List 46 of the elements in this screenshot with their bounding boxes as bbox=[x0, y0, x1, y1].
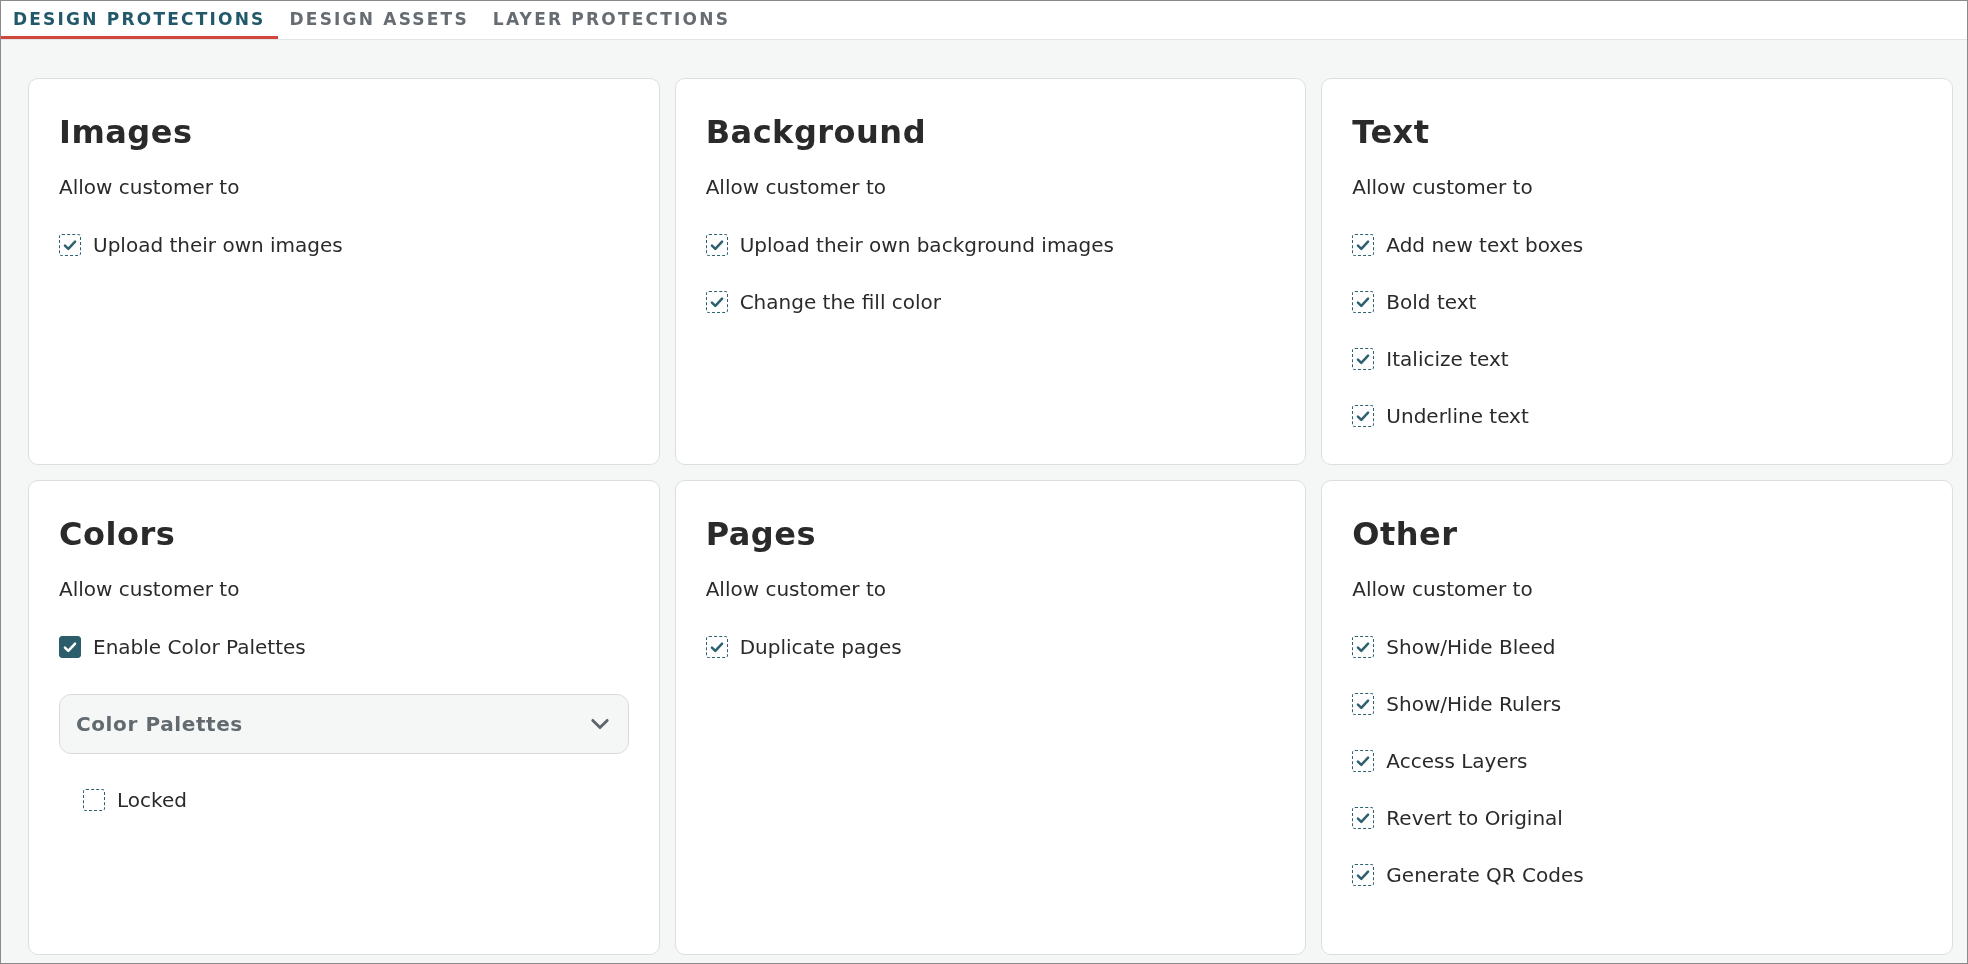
checkbox[interactable] bbox=[83, 789, 105, 811]
checkbox-label: Bold text bbox=[1386, 290, 1477, 314]
checkbox-label: Enable Color Palettes bbox=[93, 635, 306, 659]
card-title: Colors bbox=[59, 515, 177, 553]
card-title: Images bbox=[59, 113, 194, 151]
checkbox-label: Change the fill color bbox=[739, 290, 942, 314]
tab[interactable]: LAYER PROTECTIONS bbox=[480, 1, 743, 39]
card-title: Other bbox=[1352, 515, 1459, 553]
checkbox[interactable] bbox=[1352, 348, 1375, 370]
checkbox[interactable] bbox=[705, 636, 728, 658]
checkbox[interactable] bbox=[705, 234, 728, 256]
checkbox-label: Duplicate pages bbox=[739, 635, 902, 659]
checkbox-label: Upload their own images bbox=[93, 233, 343, 257]
checkbox[interactable] bbox=[59, 234, 81, 256]
checkbox-label: Italicize text bbox=[1386, 347, 1509, 371]
tab[interactable]: DESIGN ASSETS bbox=[277, 1, 481, 39]
checkbox-label: Upload their own background images bbox=[739, 233, 1115, 257]
checkbox-label: Locked bbox=[117, 788, 187, 812]
dropdown-field[interactable]: Color Palettes bbox=[59, 694, 629, 754]
card-subtitle: Allow customer to bbox=[705, 175, 888, 199]
card-subtitle: Allow customer to bbox=[1352, 175, 1534, 199]
checkbox[interactable] bbox=[705, 291, 728, 313]
card-subtitle: Allow customer to bbox=[59, 577, 241, 601]
checkbox[interactable] bbox=[1352, 864, 1375, 886]
checkbox[interactable] bbox=[1352, 405, 1375, 427]
card-title: Text bbox=[1352, 113, 1431, 151]
checkbox[interactable] bbox=[59, 636, 81, 658]
checkbox-label: Access Layers bbox=[1386, 749, 1528, 773]
checkbox-label: Underline text bbox=[1386, 404, 1529, 428]
checkbox[interactable] bbox=[1352, 636, 1375, 658]
checkbox-label: Revert to Original bbox=[1386, 806, 1563, 830]
checkbox-label: Add new text boxes bbox=[1386, 233, 1584, 257]
checkbox[interactable] bbox=[1352, 807, 1375, 829]
checkbox-label: Show/Hide Rulers bbox=[1386, 692, 1562, 716]
checkbox[interactable] bbox=[1352, 291, 1375, 313]
card-title: Pages bbox=[705, 515, 817, 553]
checkbox[interactable] bbox=[1352, 750, 1375, 772]
checkbox-label: Generate QR Codes bbox=[1386, 863, 1584, 887]
checkbox-label: Show/Hide Bleed bbox=[1386, 635, 1556, 659]
checkbox[interactable] bbox=[1352, 234, 1375, 256]
card-title: Background bbox=[705, 113, 928, 151]
checkbox[interactable] bbox=[1352, 693, 1375, 715]
card-subtitle: Allow customer to bbox=[1352, 577, 1534, 601]
card-subtitle: Allow customer to bbox=[59, 175, 241, 199]
card-subtitle: Allow customer to bbox=[705, 577, 888, 601]
tab[interactable]: DESIGN PROTECTIONS bbox=[1, 1, 278, 39]
